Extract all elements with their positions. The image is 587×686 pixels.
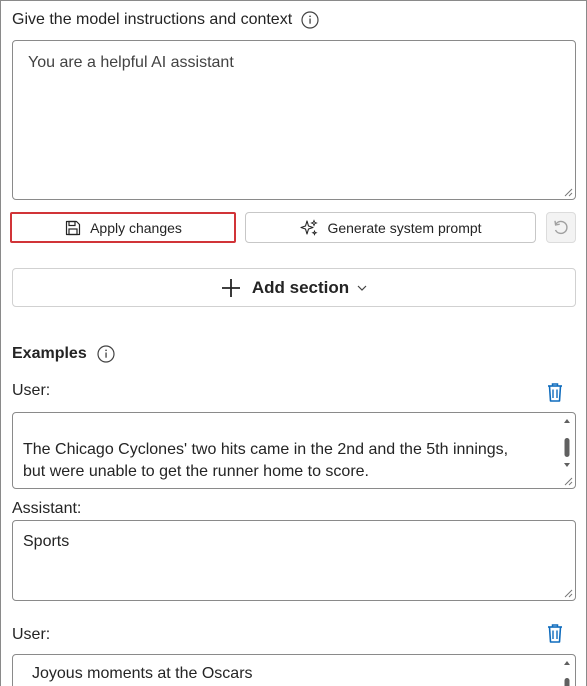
example-1-assistant-input[interactable]: Sports — [12, 520, 576, 601]
instructions-title: Give the model instructions and context — [12, 11, 293, 28]
trash-icon[interactable] — [545, 622, 565, 644]
example-1-user-line-1: The Chicago Cyclones' two hits came in t… — [23, 441, 509, 458]
info-icon[interactable] — [301, 11, 319, 29]
plus-icon — [221, 278, 241, 298]
sparkle-icon — [299, 218, 319, 237]
instructions-header: Give the model instructions and context — [12, 10, 319, 30]
resize-grip-icon[interactable] — [564, 477, 573, 486]
example-1-user-label: User: — [12, 382, 51, 399]
system-message-textarea[interactable]: You are a helpful AI assistant — [12, 40, 576, 200]
add-section-label: Add section — [251, 277, 350, 297]
example-1-user-input[interactable]: The Chicago Cyclones' two hits came in t… — [12, 412, 576, 489]
clipped-previous-line — [13, 413, 558, 418]
resize-grip-icon[interactable] — [564, 589, 573, 598]
scrollbar[interactable] — [560, 656, 574, 686]
example-1-assistant-text: Sports — [23, 533, 70, 550]
chat-setup-panel: Give the model instructions and context … — [0, 0, 587, 686]
save-icon — [64, 219, 82, 237]
trash-icon[interactable] — [545, 381, 565, 403]
system-message-text: You are a helpful AI assistant — [28, 54, 234, 71]
examples-header: Examples — [12, 344, 115, 364]
chevron-down-icon — [357, 285, 367, 291]
example-2-user-label: User: — [12, 626, 51, 643]
undo-icon — [552, 219, 570, 237]
apply-changes-label: Apply changes — [90, 219, 182, 236]
generate-system-prompt-label: Generate system prompt — [327, 219, 482, 236]
generate-system-prompt-button[interactable]: Generate system prompt — [245, 212, 536, 243]
info-icon[interactable] — [97, 345, 115, 363]
examples-title: Examples — [12, 345, 87, 362]
resize-grip-icon[interactable] — [564, 188, 573, 197]
add-section-button[interactable]: Add section — [12, 268, 576, 307]
example-1-assistant-label: Assistant: — [12, 500, 82, 517]
apply-changes-button[interactable]: Apply changes — [10, 212, 236, 243]
example-2-user-line-1: Joyous moments at the Oscars — [32, 665, 253, 682]
example-1-user-line-2: but were unable to get the runner home t… — [23, 463, 369, 480]
undo-button[interactable] — [546, 212, 576, 243]
example-2-user-input[interactable]: Joyous moments at the Oscars — [12, 654, 576, 686]
